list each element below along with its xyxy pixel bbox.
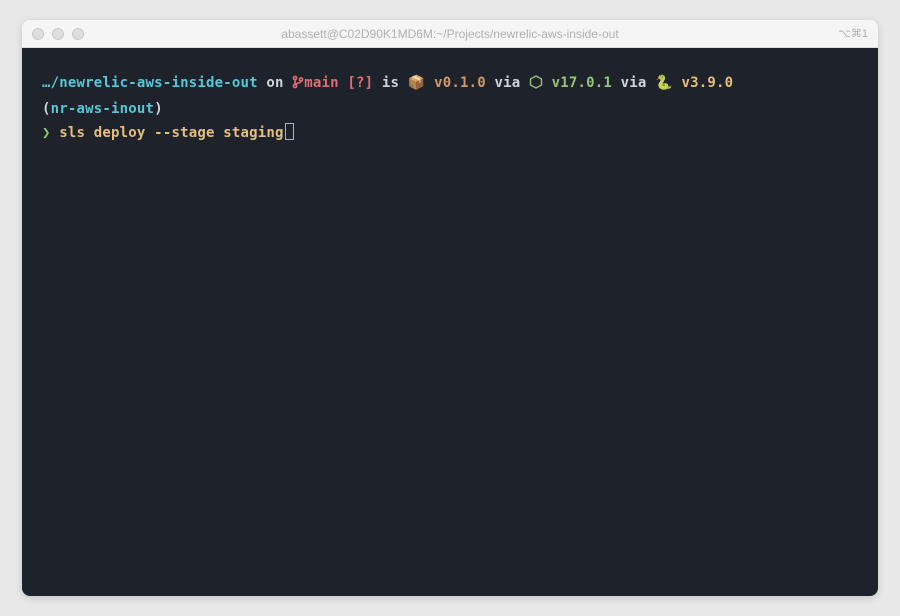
node-icon	[529, 74, 543, 98]
traffic-lights	[32, 28, 84, 40]
prompt-on: on	[258, 75, 293, 91]
prompt-python-version: v3.9.0	[673, 75, 733, 91]
command-line: ❯ sls deploy --stage staging	[42, 122, 858, 146]
titlebar-right-label: ⌥⌘1	[838, 27, 868, 40]
titlebar: abassett@C02D90K1MD6M:~/Projects/newreli…	[22, 20, 878, 48]
prompt-line-1: …/newrelic-aws-inside-out on main [?] is…	[42, 72, 858, 98]
prompt-git-status: [?]	[339, 75, 374, 91]
terminal-body[interactable]: …/newrelic-aws-inside-out on main [?] is…	[22, 48, 878, 596]
env-open: (	[42, 101, 51, 117]
prompt-path: /newrelic-aws-inside-out	[51, 75, 258, 91]
python-icon: 🐍	[655, 75, 673, 91]
prompt-package-version: v0.1.0	[425, 75, 485, 91]
prompt-ellipsis: …	[42, 75, 51, 91]
prompt-node-version: v17.0.1	[543, 75, 612, 91]
terminal-window: abassett@C02D90K1MD6M:~/Projects/newreli…	[22, 20, 878, 596]
close-button[interactable]	[32, 28, 44, 40]
prompt-char: ❯	[42, 125, 51, 141]
prompt-via1: via	[486, 75, 529, 91]
package-icon: 📦	[408, 75, 426, 91]
env-name: nr-aws-inout	[51, 101, 155, 117]
window-title: abassett@C02D90K1MD6M:~/Projects/newreli…	[281, 27, 618, 41]
prompt-is: is	[373, 75, 408, 91]
minimize-button[interactable]	[52, 28, 64, 40]
prompt-via2: via	[612, 75, 655, 91]
command-text: sls deploy --stage staging	[51, 125, 284, 141]
prompt-branch: main	[304, 75, 339, 91]
zoom-button[interactable]	[72, 28, 84, 40]
env-close: )	[154, 101, 163, 117]
git-branch-icon	[292, 74, 304, 98]
prompt-line-2: (nr-aws-inout)	[42, 98, 858, 122]
cursor-icon	[285, 123, 294, 140]
